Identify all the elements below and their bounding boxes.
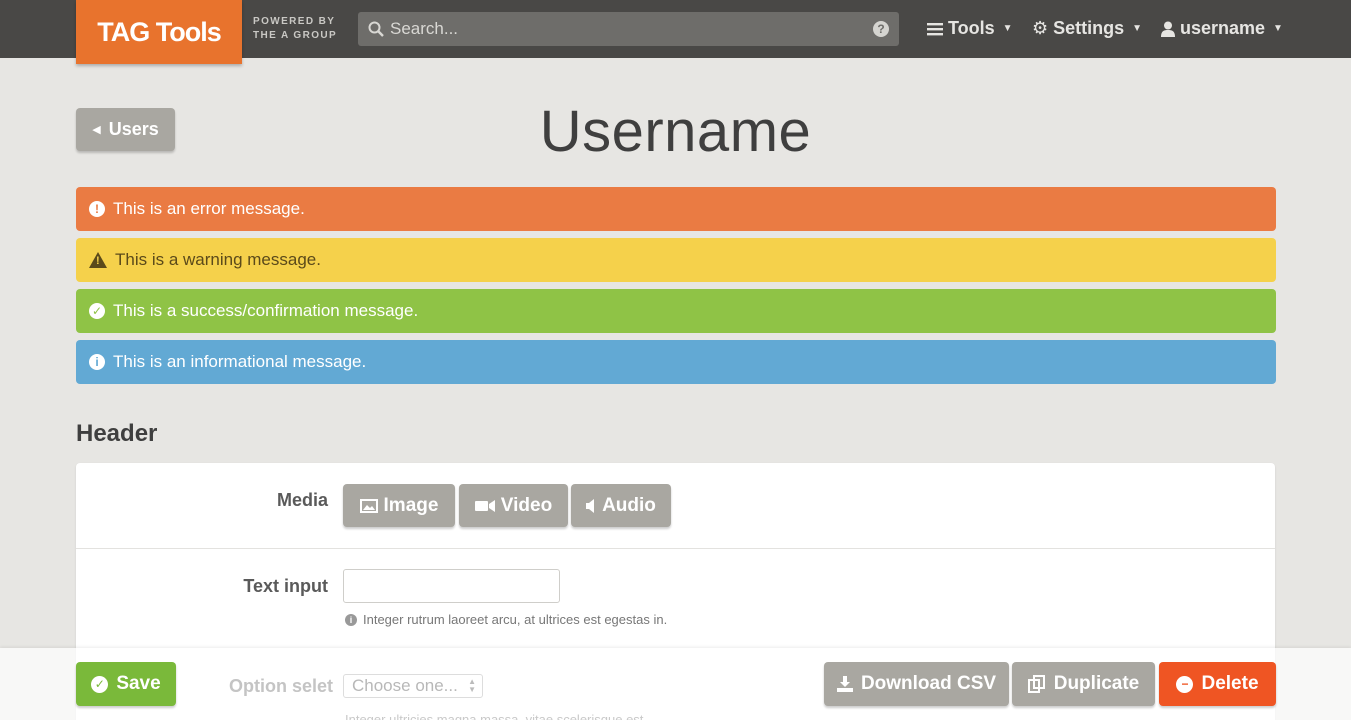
section-header: Header — [76, 420, 158, 447]
search-input[interactable] — [390, 19, 873, 39]
delete-button[interactable]: − Delete — [1159, 662, 1276, 706]
user-icon — [1161, 21, 1175, 37]
powered-by-line2: THE A GROUP — [253, 30, 338, 41]
image-icon — [359, 498, 378, 513]
media-audio-label: Audio — [602, 494, 656, 516]
tag-tools-logo[interactable]: TAG Tools — [76, 0, 242, 64]
media-video-button[interactable]: Video — [459, 484, 568, 527]
download-csv-label: Download CSV — [860, 673, 997, 694]
option-select[interactable]: Choose one... ▲ ▼ — [343, 674, 483, 698]
option-select-hint: Integer ultricies magna massa, vitae sce… — [345, 712, 648, 720]
delete-label: Delete — [1201, 673, 1259, 694]
media-label: Media — [276, 490, 328, 510]
select-arrows-icon: ▲ ▼ — [468, 677, 476, 694]
minus-circle-icon: − — [1176, 675, 1194, 693]
nav-user-menu[interactable]: username ▼ — [1161, 18, 1283, 39]
success-alert: ✓ This is a success/confirmation message… — [76, 289, 1276, 333]
caret-down-icon: ▼ — [1273, 23, 1283, 34]
download-csv-button[interactable]: Download CSV — [824, 662, 1009, 706]
powered-by-text: POWERED BY THE A GROUP — [253, 15, 337, 43]
nav-settings-menu[interactable]: ⚙ Settings ▼ — [1032, 18, 1142, 39]
logo-text: TAG Tools — [97, 16, 221, 47]
speaker-icon — [586, 498, 595, 513]
text-input-field[interactable] — [343, 569, 560, 603]
error-alert: ! This is an error message. — [76, 187, 1276, 231]
nav-tools-label: Tools — [948, 18, 995, 38]
download-icon — [836, 676, 853, 692]
row-divider — [76, 548, 1275, 549]
text-input-label: Text input — [243, 576, 328, 596]
option-select-value: Choose one... — [352, 676, 458, 695]
help-icon[interactable]: ? — [873, 21, 889, 37]
save-button[interactable]: ✓ Save — [76, 662, 176, 706]
info-circle-icon: i — [89, 354, 105, 370]
media-video-label: Video — [500, 494, 553, 516]
info-circle-icon: i — [345, 613, 357, 626]
page-title: Username — [539, 99, 812, 164]
nav-user-label: username — [1180, 18, 1266, 38]
save-button-label: Save — [116, 673, 161, 694]
nav-tools-menu[interactable]: Tools ▼ — [927, 18, 1013, 39]
powered-by-line1: POWERED BY — [253, 16, 336, 27]
info-alert-text: This is an informational message. — [113, 352, 367, 371]
warning-alert: ! This is a warning message. — [76, 238, 1276, 282]
exclamation-circle-icon: ! — [89, 201, 105, 217]
caret-down-icon: ▼ — [1132, 23, 1143, 34]
error-alert-text: This is an error message. — [113, 199, 305, 218]
media-audio-button[interactable]: Audio — [571, 484, 671, 527]
text-input-hint-text: Integer rutrum laoreet arcu, at ultrices… — [363, 612, 668, 627]
media-image-button[interactable]: Image — [343, 484, 455, 527]
info-alert: i This is an informational message. — [76, 340, 1276, 384]
option-select-label: Option selet — [229, 676, 334, 696]
duplicate-button[interactable]: Duplicate — [1012, 662, 1155, 706]
duplicate-icon — [1027, 675, 1045, 693]
warning-triangle-icon: ! — [89, 252, 107, 268]
search-bar: ? — [358, 12, 899, 46]
hamburger-icon — [927, 22, 943, 35]
success-alert-text: This is a success/confirmation message. — [113, 301, 419, 320]
search-icon — [368, 21, 384, 37]
video-camera-icon — [474, 499, 495, 512]
warning-alert-text: This is a warning message. — [115, 250, 321, 269]
gear-icon: ⚙ — [1032, 18, 1049, 38]
caret-down-icon: ▼ — [1002, 23, 1013, 34]
text-input-hint: i Integer rutrum laoreet arcu, at ultric… — [345, 612, 667, 627]
check-circle-icon: ✓ — [91, 675, 109, 693]
check-circle-icon: ✓ — [89, 303, 105, 319]
nav-settings-label: Settings — [1053, 18, 1125, 38]
duplicate-label: Duplicate — [1053, 673, 1140, 694]
media-image-label: Image — [383, 494, 439, 516]
